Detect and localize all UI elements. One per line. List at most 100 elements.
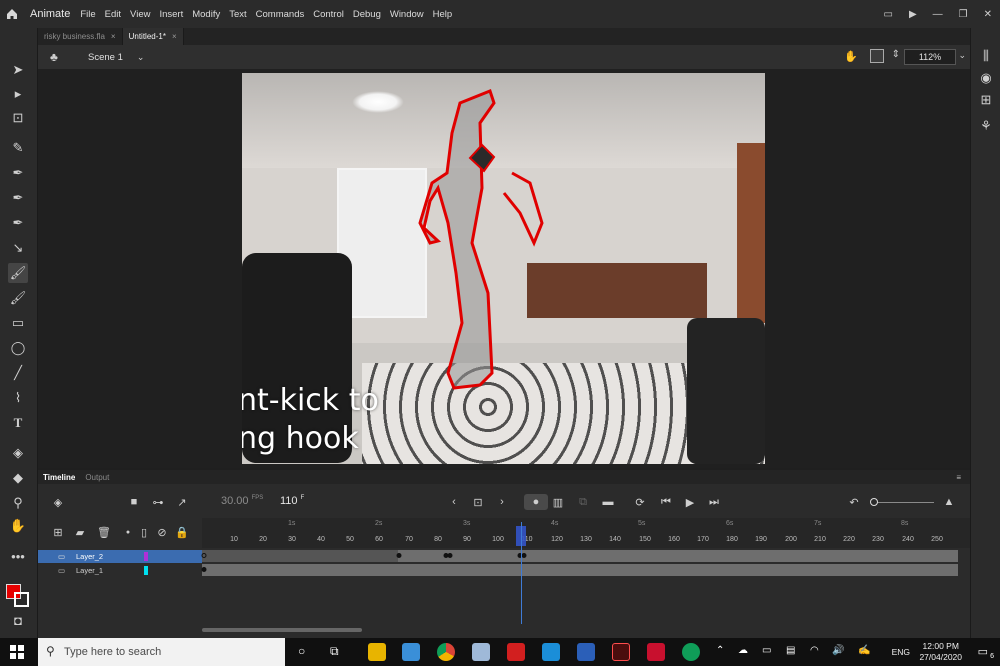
test-movie-icon[interactable]: ▶ xyxy=(909,9,917,20)
tray-app-icon[interactable]: ▤ xyxy=(786,645,795,656)
tray-chevron-icon[interactable]: ⌃ xyxy=(716,645,724,656)
subselection-tool-icon[interactable]: ▸ xyxy=(8,84,28,104)
restore-icon[interactable]: ❐ xyxy=(959,9,968,20)
tab-timeline[interactable]: Timeline xyxy=(38,473,80,482)
tab-output[interactable]: Output xyxy=(80,473,114,482)
close-tab-icon[interactable]: × xyxy=(172,32,177,41)
clip-canvas-icon[interactable] xyxy=(870,49,884,63)
layer-color-swatch[interactable] xyxy=(144,566,148,575)
panel-menu-icon[interactable]: ≡ xyxy=(951,473,966,482)
stroke-color-swatch[interactable] xyxy=(14,592,29,607)
new-layer-icon[interactable]: ⊞ xyxy=(50,524,66,540)
snip-icon[interactable] xyxy=(542,643,560,661)
add-anchor-icon[interactable]: ✒ xyxy=(8,188,28,208)
paint-bucket-icon[interactable]: ◈ xyxy=(8,443,28,463)
menu-control[interactable]: Control xyxy=(313,9,344,20)
close-icon[interactable]: ✕ xyxy=(984,9,992,20)
highlight-dot-icon[interactable]: ● xyxy=(120,524,136,540)
timeline-scrollbar[interactable] xyxy=(202,628,362,632)
task-view-icon[interactable]: ⧉ xyxy=(330,644,339,659)
text-tool-icon[interactable]: T xyxy=(8,413,28,433)
visibility-icon[interactable]: ⊘ xyxy=(154,524,170,540)
menu-help[interactable]: Help xyxy=(433,9,453,20)
acrobat-icon[interactable] xyxy=(507,643,525,661)
rectangle-tool-icon[interactable]: ▭ xyxy=(8,313,28,333)
oval-tool-icon[interactable]: ◯ xyxy=(8,338,28,358)
app-icon[interactable] xyxy=(472,643,490,661)
battery-icon[interactable]: ▭ xyxy=(762,645,771,656)
fps-display[interactable]: 30.00 FPS xyxy=(221,495,263,507)
pencil-tool-icon[interactable]: ✎ xyxy=(8,138,28,158)
next-keyframe-icon[interactable]: › xyxy=(494,494,510,510)
frame-size-slider[interactable] xyxy=(872,502,934,503)
layer-name[interactable]: Layer_2 xyxy=(76,552,103,561)
eyedropper-icon[interactable]: ⌇ xyxy=(8,388,28,408)
library-icon[interactable]: ⫼ xyxy=(976,46,996,66)
menu-edit[interactable]: Edit xyxy=(105,9,121,20)
outline-icon[interactable]: ▯ xyxy=(136,524,152,540)
home-icon[interactable] xyxy=(0,0,24,28)
tab-untitled-1[interactable]: Untitled-1* × xyxy=(122,28,184,45)
delete-layer-icon[interactable]: 🗑 xyxy=(96,524,112,540)
tab-risky-business[interactable]: risky business.fla × xyxy=(38,28,123,45)
onedrive-icon[interactable]: ☁ xyxy=(738,645,748,656)
pen-workspace-icon[interactable]: ✍ xyxy=(858,645,870,656)
camera-icon[interactable]: ■ xyxy=(126,494,142,510)
menu-window[interactable]: Window xyxy=(390,9,424,20)
menu-view[interactable]: View xyxy=(130,9,150,20)
file-explorer-icon[interactable] xyxy=(368,643,386,661)
zoom-dropdown-icon[interactable]: ⌄ xyxy=(958,50,966,61)
eraser-tool-icon[interactable]: ◆ xyxy=(8,468,28,488)
frame-ruler[interactable]: 1s 2s 3s 4s 5s 6s 7s 8s 10 20 30 40 50 6… xyxy=(202,518,970,548)
zoom-input[interactable]: 112% xyxy=(904,49,956,65)
stage-canvas[interactable]: nt-kick to ng hook xyxy=(242,73,765,464)
prev-keyframe-icon[interactable]: ‹ xyxy=(446,494,462,510)
pen-tool-2-icon[interactable]: ✒ xyxy=(8,213,28,233)
onion-settings-icon[interactable]: ⧉ xyxy=(575,494,591,510)
play-icon[interactable]: ▶ xyxy=(682,494,698,510)
frame-view-icon[interactable]: ▬ xyxy=(600,494,616,510)
keyframe[interactable] xyxy=(447,553,453,558)
step-back-icon[interactable]: ⏮ xyxy=(658,494,674,510)
taskbar-search-box[interactable]: ⚲ Type here to search xyxy=(38,638,285,666)
scene-icon[interactable]: ♣ xyxy=(50,50,58,64)
graph-icon[interactable]: ↗ xyxy=(174,494,190,510)
lock-icon[interactable]: 🔒 xyxy=(174,524,190,540)
layer-parenting-icon[interactable]: ⊶ xyxy=(150,494,166,510)
menu-modify[interactable]: Modify xyxy=(192,9,220,20)
current-frame-display[interactable]: 110 F xyxy=(280,495,304,507)
word-icon[interactable] xyxy=(577,643,595,661)
keyframe[interactable] xyxy=(201,567,207,572)
chrome-profile-icon[interactable] xyxy=(682,643,700,661)
menu-text[interactable]: Text xyxy=(229,9,246,20)
volume-icon[interactable]: 🔊 xyxy=(832,645,844,656)
fit-frames-icon[interactable]: ▲ xyxy=(941,494,957,510)
layer-name[interactable]: Layer_1 xyxy=(76,566,103,575)
menu-commands[interactable]: Commands xyxy=(256,9,305,20)
loop-icon[interactable]: ⟳ xyxy=(632,494,648,510)
edit-multiple-frames-icon[interactable]: ▥ xyxy=(550,494,566,510)
language-indicator[interactable]: ENG xyxy=(892,647,910,657)
motion-presets-icon[interactable]: ⚘ xyxy=(976,116,996,136)
windows-start-icon[interactable] xyxy=(10,645,24,659)
onion-skin-icon[interactable]: ● xyxy=(524,494,548,510)
pen-tool-icon[interactable]: ✒ xyxy=(8,163,28,183)
layer-row-layer-2[interactable]: ▭ Layer_2 xyxy=(38,550,202,563)
layer-color-swatch[interactable] xyxy=(144,552,148,561)
step-forward-icon[interactable]: ⏭ xyxy=(706,494,722,510)
undo-zoom-icon[interactable]: ↶ xyxy=(846,494,862,510)
paint-brush-icon[interactable]: 🖌 xyxy=(8,263,28,283)
properties-icon[interactable]: ⊞ xyxy=(976,90,996,110)
clock[interactable]: 12:00 PM 27/04/2020 xyxy=(919,641,962,663)
wifi-icon[interactable]: ◠ xyxy=(810,645,819,656)
minimize-icon[interactable]: — xyxy=(933,9,943,20)
selection-tool-icon[interactable]: ➤ xyxy=(8,60,28,80)
assets-icon[interactable]: ◉ xyxy=(976,68,996,88)
chevron-down-icon[interactable]: ⌄ xyxy=(137,52,145,63)
store-icon[interactable] xyxy=(402,643,420,661)
layer-row-layer-1[interactable]: ▭ Layer_1 xyxy=(38,564,202,577)
line-path-icon[interactable]: ↘ xyxy=(8,238,28,258)
menu-file[interactable]: File xyxy=(80,9,95,20)
more-tools-icon[interactable]: ••• xyxy=(8,546,28,566)
line-tool-icon[interactable]: ╱ xyxy=(8,363,28,383)
